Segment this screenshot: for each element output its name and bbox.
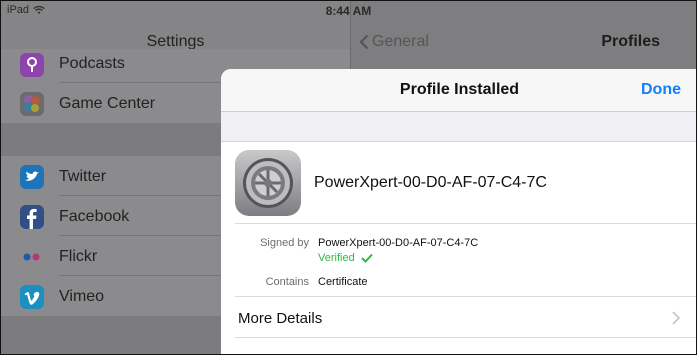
- contains-label: Contains: [265, 276, 309, 288]
- done-button[interactable]: Done: [641, 81, 681, 99]
- screen: iPad Settings Podcasts Game Center Twitt…: [0, 0, 697, 355]
- profile-name: PowerXpert-00-D0-AF-07-C4-7C: [314, 174, 547, 191]
- profile-card: PowerXpert-00-D0-AF-07-C4-7C Signed by P…: [221, 141, 696, 354]
- profile-installed-sheet: Profile Installed Done PowerXpert-00-D0-…: [221, 69, 696, 354]
- signed-by-value: PowerXpert-00-D0-AF-07-C4-7C: [318, 237, 479, 249]
- more-details-row[interactable]: More Details: [221, 297, 696, 337]
- sidebar-item-label: Twitter: [59, 168, 107, 185]
- checkmark-icon: [360, 253, 373, 263]
- chevron-left-icon: [359, 34, 369, 50]
- facebook-icon: [20, 205, 44, 229]
- flickr-icon: [20, 245, 44, 269]
- more-details-label: More Details: [238, 310, 323, 327]
- podcasts-icon: [20, 53, 44, 77]
- sheet-header: Profile Installed Done: [221, 69, 696, 112]
- sheet-title: Profile Installed: [399, 81, 520, 98]
- verified-label: Verified: [318, 252, 355, 264]
- game-center-icon: [20, 92, 44, 116]
- page-title: Profiles: [601, 33, 660, 50]
- settings-gear-icon: [235, 150, 301, 216]
- verified-status: Verified: [318, 252, 373, 264]
- divider: [235, 337, 696, 338]
- back-label: General: [372, 33, 429, 50]
- sidebar-item-label: Vimeo: [59, 288, 105, 305]
- contains-value: Certificate: [318, 276, 368, 288]
- divider: [235, 223, 696, 224]
- sidebar-item-label: Game Center: [59, 95, 156, 112]
- back-button[interactable]: General: [359, 33, 429, 51]
- signed-by-label: Signed by: [260, 237, 309, 249]
- sidebar-item-label: Flickr: [59, 248, 98, 265]
- sidebar-item-label: Facebook: [59, 208, 130, 225]
- chevron-right-icon: [672, 311, 680, 325]
- status-time: 8:44 AM: [325, 4, 372, 18]
- sidebar-item-label: Podcasts: [59, 55, 125, 72]
- twitter-icon: [20, 165, 44, 189]
- vimeo-icon: [20, 285, 44, 309]
